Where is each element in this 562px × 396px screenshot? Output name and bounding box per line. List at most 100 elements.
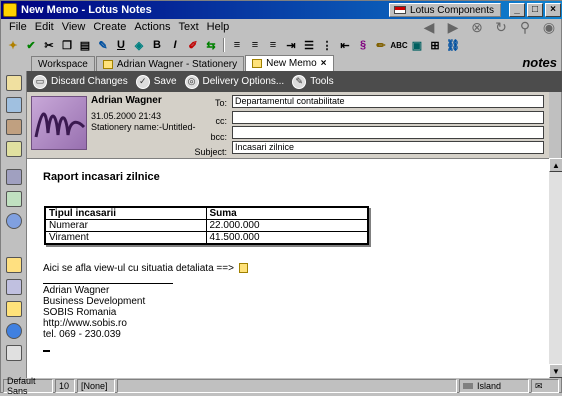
menu-file[interactable]: File	[5, 21, 31, 33]
doclink-icon[interactable]	[238, 263, 248, 274]
delivery-options-button[interactable]: ◎ Delivery Options...	[184, 74, 285, 89]
align-left-icon[interactable]: ≡	[229, 37, 245, 53]
globe-icon[interactable]: ◉	[541, 19, 557, 35]
table-cell: Virament	[44, 231, 207, 245]
attach-icon[interactable]: ✏	[373, 37, 389, 53]
number-list-icon[interactable]: ⋮	[319, 37, 335, 53]
spacing-icon[interactable]: §	[355, 37, 371, 53]
cc-field[interactable]	[232, 111, 544, 124]
align-right-icon[interactable]: ≡	[265, 37, 281, 53]
spellcheck-icon[interactable]: ABC	[390, 37, 407, 53]
align-center-icon[interactable]: ≡	[247, 37, 263, 53]
scroll-down-button[interactable]: ▼	[549, 364, 562, 378]
menu-view[interactable]: View	[58, 21, 90, 33]
signature-divider	[43, 283, 173, 284]
discard-changes-button[interactable]: ▭ Discard Changes	[33, 74, 128, 89]
outdent-icon[interactable]: ⇤	[337, 37, 353, 53]
signature-line: tel. 069 - 230.039	[43, 329, 121, 340]
connection-icon	[463, 383, 473, 389]
table-cell: 41.500.000	[205, 231, 369, 245]
vertical-scrollbar[interactable]: ▲ ▼	[549, 158, 562, 378]
font-size-selector[interactable]: 10	[55, 379, 75, 393]
status-bar: Default Sans 10 [None] Island ✉	[1, 376, 562, 396]
scroll-up-button[interactable]: ▲	[549, 158, 562, 172]
menu-edit[interactable]: Edit	[31, 21, 58, 33]
new-icon[interactable]: ✦	[5, 37, 21, 53]
tools-button[interactable]: ✎ Tools	[292, 74, 334, 89]
close-tab-icon[interactable]: ×	[321, 58, 327, 69]
refresh-icon[interactable]: ↻	[493, 19, 509, 35]
internet-explorer-icon[interactable]	[6, 323, 22, 339]
tab-stationery[interactable]: Adrian Wagner - Stationery	[95, 56, 245, 71]
copy-icon[interactable]: ❐	[59, 37, 75, 53]
lotus-notes-app-icon	[3, 3, 17, 17]
save-button[interactable]: ✓ Save	[135, 74, 177, 89]
bcc-label: bcc:	[210, 132, 227, 142]
style-selector[interactable]: [None]	[77, 379, 115, 393]
delivery-icon: ◎	[184, 74, 199, 89]
indent-icon[interactable]: ⇥	[283, 37, 299, 53]
document-library-icon[interactable]	[6, 345, 22, 361]
favorites-icon[interactable]	[6, 191, 22, 207]
insert-image-icon[interactable]: ▣	[409, 37, 425, 53]
stop-icon[interactable]: ⊗	[469, 19, 485, 35]
tab-new-memo[interactable]: New Memo ×	[245, 55, 334, 71]
author-name: Adrian Wagner	[91, 95, 162, 106]
menu-text[interactable]: Text	[174, 21, 202, 33]
minimize-button[interactable]: _	[509, 3, 525, 17]
paste-icon[interactable]: ▤	[77, 37, 93, 53]
calendar-icon[interactable]	[6, 97, 22, 113]
search-icon[interactable]: ⚲	[517, 19, 533, 35]
location-indicator[interactable]: Lotus Components	[389, 3, 501, 17]
text-color-icon[interactable]: ✐	[185, 37, 201, 53]
to-field[interactable]: Departamentul contabilitate	[232, 95, 544, 108]
mail-status-icon[interactable]: ✉	[531, 379, 559, 393]
check-icon[interactable]: ✔	[23, 37, 39, 53]
signature-line: Adrian Wagner	[43, 285, 110, 296]
menu-help[interactable]: Help	[203, 21, 234, 33]
subject-field[interactable]: Incasari zilnice	[232, 141, 544, 154]
link-icon[interactable]: ⛓	[445, 37, 461, 53]
menu-actions[interactable]: Actions	[130, 21, 174, 33]
view-link-line: Aici se afla view-ul cu situatia detalia…	[43, 263, 248, 274]
mail-icon[interactable]	[6, 75, 22, 91]
todo-icon[interactable]	[6, 141, 22, 157]
highlight-icon[interactable]: ◈	[131, 37, 147, 53]
format-painter-icon[interactable]: ✎	[95, 37, 111, 53]
action-bar: ▭ Discard Changes ✓ Save ◎ Delivery Opti…	[27, 71, 562, 92]
bold-icon[interactable]: B	[149, 37, 165, 53]
window-title: New Memo - Lotus Notes	[21, 4, 152, 16]
address-book-icon[interactable]	[6, 119, 22, 135]
web-browser-icon[interactable]	[6, 213, 22, 229]
bullet-list-icon[interactable]: ☰	[301, 37, 317, 53]
location-label: Lotus Components	[410, 4, 494, 16]
menu-bar: File Edit View Create Actions Text Help …	[1, 19, 562, 35]
table-row: Numerar 22.000.000	[44, 219, 369, 232]
stationery-name: Stationery name:-Untitled-	[91, 122, 196, 132]
action-label: Delivery Options...	[202, 76, 285, 87]
receipts-table: Tipul incasarii Suma Numerar 22.000.000 …	[44, 206, 369, 245]
cut-icon[interactable]: ✂	[41, 37, 57, 53]
location-label: Island	[477, 381, 502, 391]
font-cycle-icon[interactable]: ⇆	[203, 37, 219, 53]
tab-workspace[interactable]: Workspace	[31, 56, 95, 71]
menu-create[interactable]: Create	[89, 21, 130, 33]
location-selector[interactable]: Island	[459, 379, 529, 393]
bcc-field[interactable]	[232, 126, 544, 139]
font-selector[interactable]: Default Sans	[3, 376, 53, 396]
table-icon[interactable]: ⊞	[427, 37, 443, 53]
forward-arrow-icon[interactable]: ▶	[445, 19, 461, 35]
folder-icon[interactable]	[6, 301, 22, 317]
replicator-icon[interactable]	[6, 169, 22, 185]
maximize-button[interactable]: □	[527, 3, 543, 17]
memo-body[interactable]: Raport incasari zilnice Tipul incasarii …	[27, 158, 549, 378]
close-button[interactable]: ×	[545, 3, 561, 17]
hint-icon[interactable]	[6, 257, 22, 273]
back-arrow-icon[interactable]: ◀	[421, 19, 437, 35]
table-header-cell: Suma	[205, 206, 369, 220]
cc-label: cc:	[215, 116, 227, 126]
italic-icon[interactable]: I	[167, 37, 183, 53]
underline-icon[interactable]: U	[113, 37, 129, 53]
lotus-notes-window: New Memo - Lotus Notes Lotus Components …	[0, 0, 562, 396]
databases-icon[interactable]	[6, 279, 22, 295]
